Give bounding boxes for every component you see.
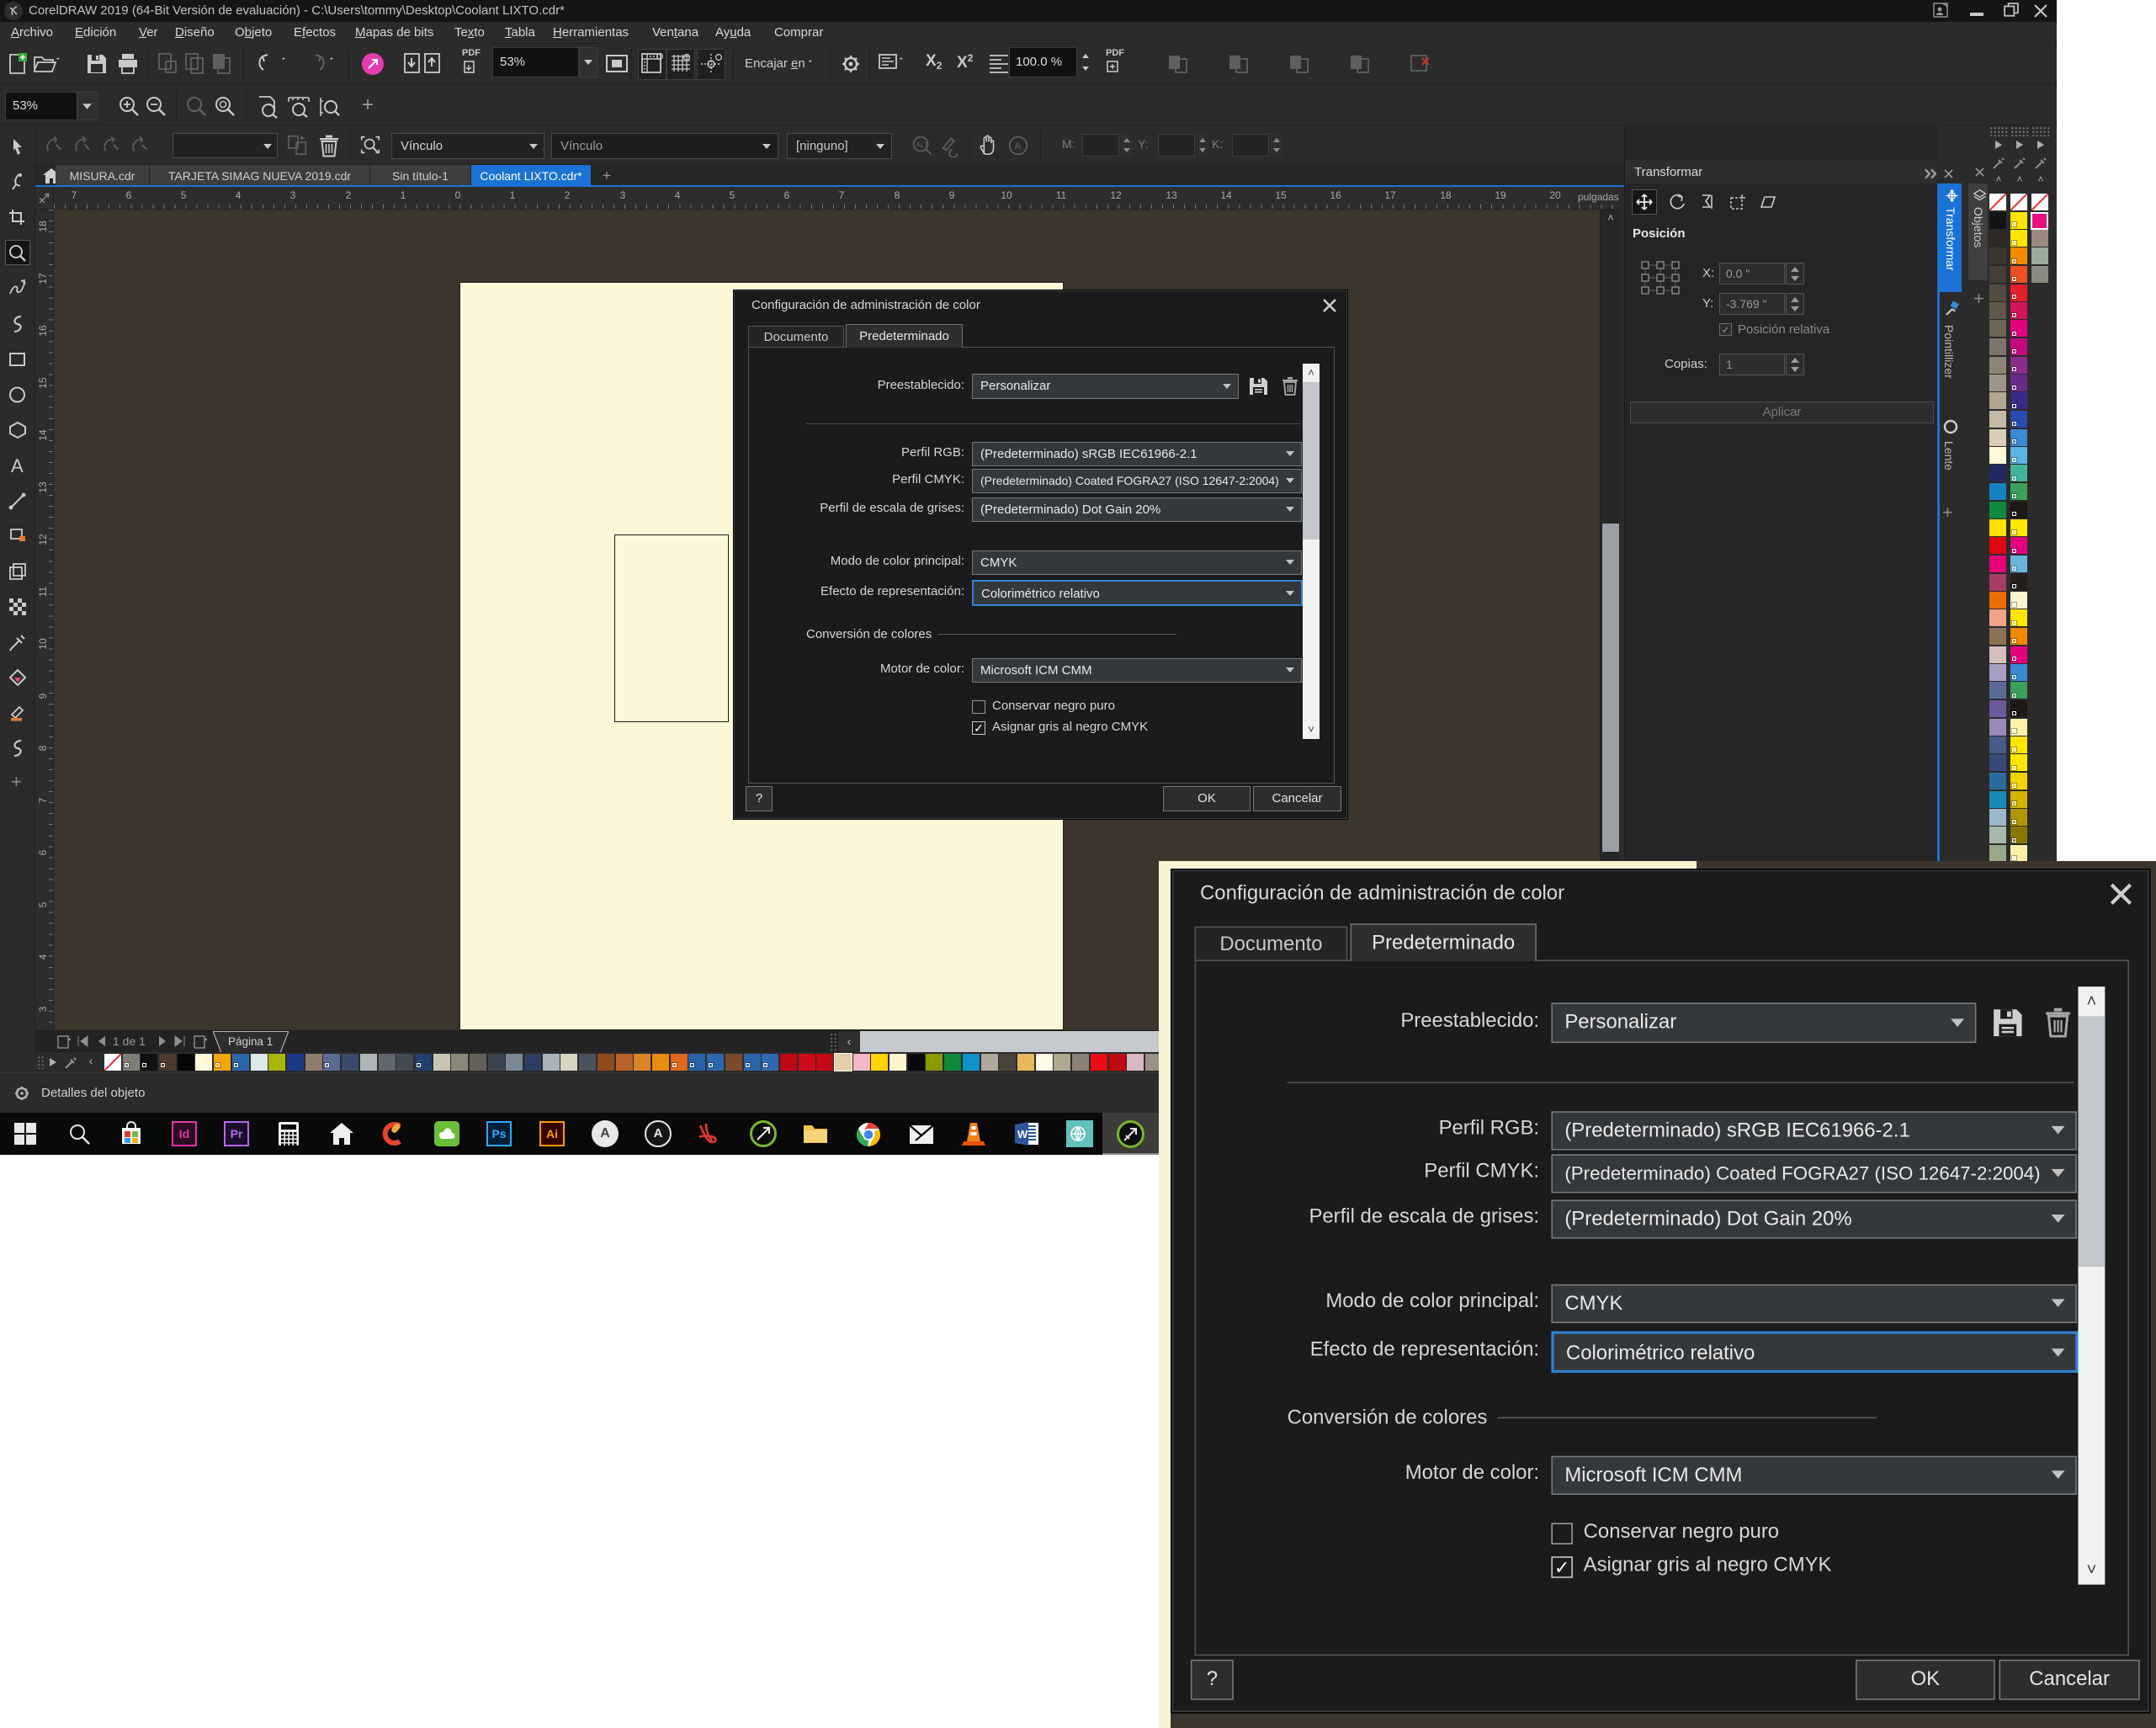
svg-text:A: A bbox=[1014, 141, 1022, 152]
svg-text:A: A bbox=[11, 455, 24, 476]
svg-text:W: W bbox=[1017, 1128, 1028, 1140]
svg-text:ALT: ALT bbox=[916, 141, 929, 149]
